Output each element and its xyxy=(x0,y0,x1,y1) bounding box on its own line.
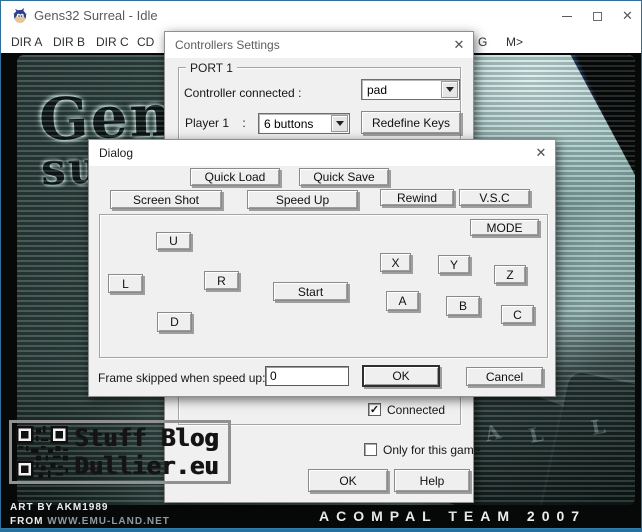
close-button[interactable]: ✕ xyxy=(612,1,642,31)
port1-group-label: PORT 1 xyxy=(186,61,237,75)
sonic-app-icon xyxy=(12,8,28,24)
down-key-button[interactable]: D xyxy=(157,312,192,332)
watermark-line2: Dullier.eu xyxy=(74,452,219,480)
dropdown-button[interactable] xyxy=(331,115,348,132)
controller-connected-label: Controller connected : xyxy=(184,86,301,100)
crt-corner-shadow xyxy=(565,55,635,175)
art-credit: ART BY AKM1989 xyxy=(10,502,108,513)
source-url: WWW.EMU-LAND.NET xyxy=(47,516,170,527)
controllers-help-button[interactable]: Help xyxy=(394,469,470,492)
player1-buttons-value: 6 buttons xyxy=(264,117,313,131)
window-title: Gens32 Surreal - Idle xyxy=(34,8,158,23)
only-for-this-game-checkbox[interactable] xyxy=(364,443,377,456)
screen-shot-button[interactable]: Screen Shot xyxy=(110,190,222,209)
key-mapping-dialog: Dialog ✕ Quick Load Quick Save Screen Sh… xyxy=(88,139,556,397)
controllers-dialog-title: Controllers Settings xyxy=(175,38,280,52)
app-window: Gens sur A L L Gens32 Surreal - Idle ✕ D… xyxy=(0,0,642,532)
player1-label: Player 1 : xyxy=(185,116,246,130)
only-for-this-game-label: Only for this game xyxy=(383,443,480,457)
key-dialog-ok-button[interactable]: OK xyxy=(362,365,440,387)
close-icon: ✕ xyxy=(622,8,633,24)
quick-save-button[interactable]: Quick Save xyxy=(299,168,389,186)
x-key-button[interactable]: X xyxy=(380,253,411,272)
dropdown-button[interactable] xyxy=(441,81,458,98)
quick-load-button[interactable]: Quick Load xyxy=(190,168,280,186)
close-icon: ✕ xyxy=(536,145,547,161)
watermark-text: Stuff Blog Dullier.eu xyxy=(74,424,219,480)
key-dialog-titlebar[interactable]: Dialog ✕ xyxy=(89,140,555,166)
z-key-button[interactable]: Z xyxy=(494,265,526,284)
minimize-icon xyxy=(562,16,572,17)
key-dialog-cancel-button[interactable]: Cancel xyxy=(466,367,543,386)
c-key-button[interactable]: C xyxy=(501,305,534,324)
y-key-button[interactable]: Y xyxy=(438,255,470,274)
controller-type-dropdown[interactable]: pad xyxy=(361,79,460,100)
player1-buttons-dropdown[interactable]: 6 buttons xyxy=(258,113,350,134)
left-key-button[interactable]: L xyxy=(108,274,143,293)
controllers-dialog-titlebar[interactable]: Controllers Settings ✕ xyxy=(165,32,473,58)
a-key-button[interactable]: A xyxy=(386,291,419,311)
menu-item-dir-c[interactable]: DIR C xyxy=(96,35,129,49)
menu-item-dir-a[interactable]: DIR A xyxy=(11,35,42,49)
watermark-line1: Stuff Blog xyxy=(74,424,219,452)
close-icon: ✕ xyxy=(454,37,465,53)
maximize-button[interactable] xyxy=(582,1,613,31)
frame-skip-input[interactable] xyxy=(265,366,349,386)
vsc-button[interactable]: V.S.C xyxy=(459,189,530,206)
speed-up-button[interactable]: Speed Up xyxy=(247,190,358,209)
menu-item-dir-b[interactable]: DIR B xyxy=(53,35,85,49)
chevron-down-icon xyxy=(446,87,454,92)
connected-checkbox[interactable]: ✓ xyxy=(368,403,381,416)
controllers-ok-button[interactable]: OK xyxy=(308,469,388,492)
right-key-button[interactable]: R xyxy=(204,271,239,290)
redefine-keys-button[interactable]: Redefine Keys xyxy=(361,111,461,134)
menu-item-cd[interactable]: CD xyxy=(137,35,154,49)
connected-label: Connected xyxy=(387,403,445,417)
source-credit: FROM WWW.EMU-LAND.NET xyxy=(10,516,170,527)
site-watermark: Stuff Blog Dullier.eu xyxy=(9,420,231,484)
team-credit: ACOMPAL TEAM 2007 xyxy=(319,508,586,524)
check-icon: ✓ xyxy=(370,403,379,416)
key-dialog-title: Dialog xyxy=(99,146,133,160)
qr-code-icon xyxy=(16,426,68,478)
controllers-dialog-close-button[interactable]: ✕ xyxy=(448,35,470,55)
chevron-down-icon xyxy=(336,121,344,126)
start-key-button[interactable]: Start xyxy=(273,282,348,301)
maximize-icon xyxy=(593,12,602,21)
main-titlebar: Gens32 Surreal - Idle ✕ xyxy=(1,1,642,31)
menu-item-m-overflow[interactable]: M> xyxy=(506,35,523,49)
rewind-button[interactable]: Rewind xyxy=(380,189,454,206)
key-dialog-close-button[interactable]: ✕ xyxy=(530,143,552,163)
from-label: FROM xyxy=(10,516,43,527)
controller-type-value: pad xyxy=(367,83,387,97)
up-key-button[interactable]: U xyxy=(156,232,191,250)
minimize-button[interactable] xyxy=(551,1,582,31)
bottom-accent-bar xyxy=(1,528,642,532)
mode-key-button[interactable]: MODE xyxy=(470,219,539,236)
frame-skip-label: Frame skipped when speed up: xyxy=(98,371,265,385)
menu-item-partial-g[interactable]: G xyxy=(478,35,487,49)
b-key-button[interactable]: B xyxy=(446,296,480,316)
